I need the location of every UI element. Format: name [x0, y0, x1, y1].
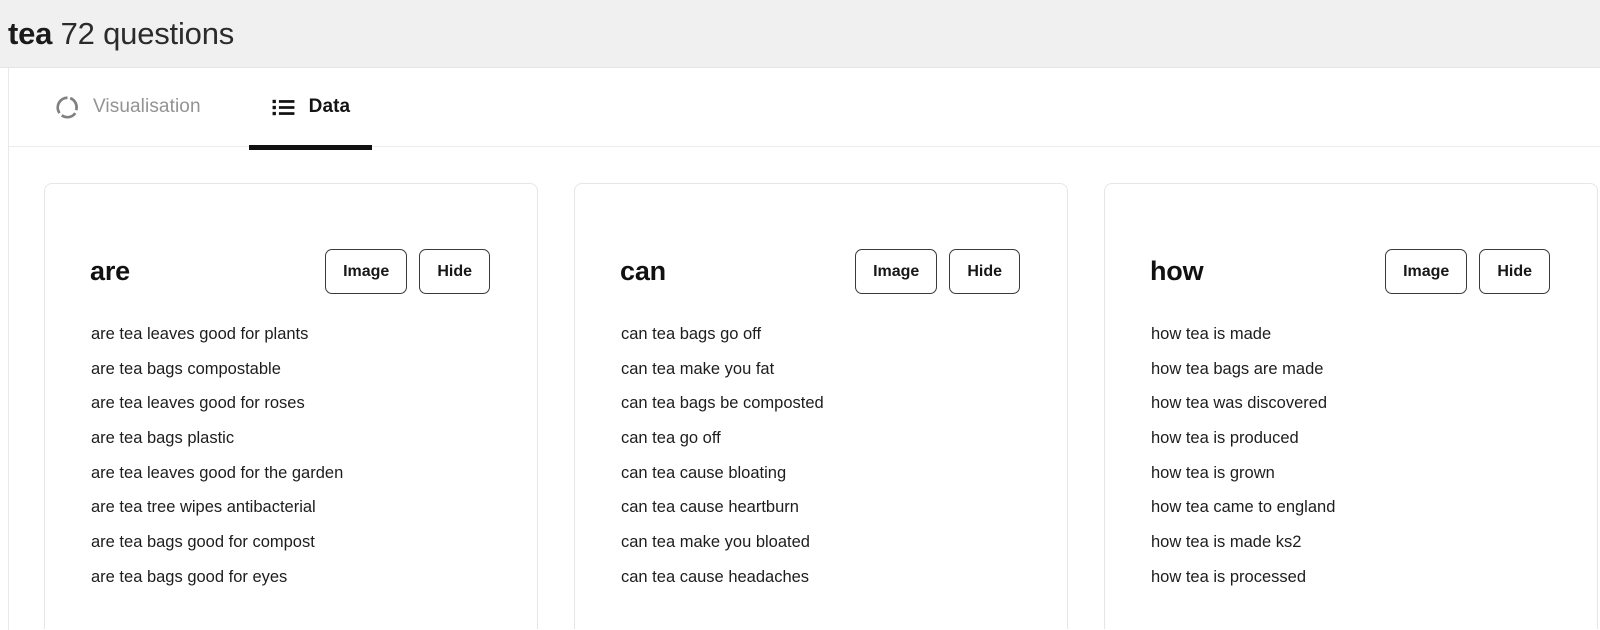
tab-data-label: Data: [308, 96, 351, 117]
question-count: 72 questions: [60, 15, 235, 51]
question-list: how tea is made how tea bags are made ho…: [1105, 302, 1597, 602]
list-item[interactable]: can tea cause bloating: [621, 463, 1067, 498]
list-item[interactable]: are tea bags good for eyes: [91, 567, 537, 602]
list-item[interactable]: how tea is made ks2: [1151, 532, 1597, 567]
list-item[interactable]: can tea bags go off: [621, 324, 1067, 359]
image-button[interactable]: Image: [325, 248, 408, 294]
list-item[interactable]: are tea bags plastic: [91, 428, 537, 463]
list-item[interactable]: are tea leaves good for plants: [91, 324, 537, 359]
card-title: how: [1150, 255, 1204, 286]
tab-data[interactable]: Data: [248, 68, 373, 150]
list-item[interactable]: how tea came to england: [1151, 497, 1597, 532]
hide-button[interactable]: Hide: [949, 248, 1020, 294]
list-item[interactable]: are tea tree wipes antibacterial: [91, 497, 537, 532]
question-card-can: can Image Hide can tea bags go off can t…: [574, 183, 1068, 629]
question-list: are tea leaves good for plants are tea b…: [45, 302, 537, 602]
list-item[interactable]: how tea is processed: [1151, 567, 1597, 602]
list-item[interactable]: are tea leaves good for roses: [91, 393, 537, 428]
list-icon: [271, 95, 296, 120]
question-card-are: are Image Hide are tea leaves good for p…: [44, 183, 538, 629]
card-header: can Image Hide: [575, 184, 1067, 302]
list-item[interactable]: can tea make you bloated: [621, 532, 1067, 567]
list-item[interactable]: can tea make you fat: [621, 359, 1067, 394]
list-item[interactable]: how tea was discovered: [1151, 393, 1597, 428]
list-item[interactable]: can tea cause heartburn: [621, 497, 1067, 532]
list-item[interactable]: are tea bags good for compost: [91, 532, 537, 567]
question-card-how: how Image Hide how tea is made how tea b…: [1104, 183, 1598, 629]
page-title: tea 72 questions: [8, 16, 234, 52]
list-item[interactable]: can tea go off: [621, 428, 1067, 463]
card-actions: Image Hide: [855, 248, 1020, 294]
card-title: are: [90, 255, 130, 286]
list-item[interactable]: are tea leaves good for the garden: [91, 463, 537, 498]
image-button[interactable]: Image: [1385, 248, 1468, 294]
question-list: can tea bags go off can tea make you fat…: [575, 302, 1067, 602]
card-actions: Image Hide: [1385, 248, 1550, 294]
list-item[interactable]: can tea bags be composted: [621, 393, 1067, 428]
list-item[interactable]: how tea is grown: [1151, 463, 1597, 498]
hide-button[interactable]: Hide: [1479, 248, 1550, 294]
list-item[interactable]: how tea bags are made: [1151, 359, 1597, 394]
question-cards-row: are Image Hide are tea leaves good for p…: [9, 147, 1600, 629]
tab-visualisation[interactable]: Visualisation: [33, 68, 223, 147]
app-header: tea 72 questions: [0, 0, 1600, 68]
list-item[interactable]: can tea cause headaches: [621, 567, 1067, 602]
app-body: Visualisation Data are Image Hide are te…: [8, 68, 1600, 630]
card-header: are Image Hide: [45, 184, 537, 302]
image-button[interactable]: Image: [855, 248, 938, 294]
list-item[interactable]: how tea is made: [1151, 324, 1597, 359]
tab-bar: Visualisation Data: [9, 68, 1600, 150]
hide-button[interactable]: Hide: [419, 248, 490, 294]
card-header: how Image Hide: [1105, 184, 1597, 302]
search-term: tea: [8, 15, 53, 51]
tab-visualisation-label: Visualisation: [93, 96, 201, 117]
list-item[interactable]: how tea is produced: [1151, 428, 1597, 463]
list-item[interactable]: are tea bags compostable: [91, 359, 537, 394]
donut-chart-icon: [55, 95, 80, 120]
card-actions: Image Hide: [325, 248, 490, 294]
card-title: can: [620, 255, 666, 286]
